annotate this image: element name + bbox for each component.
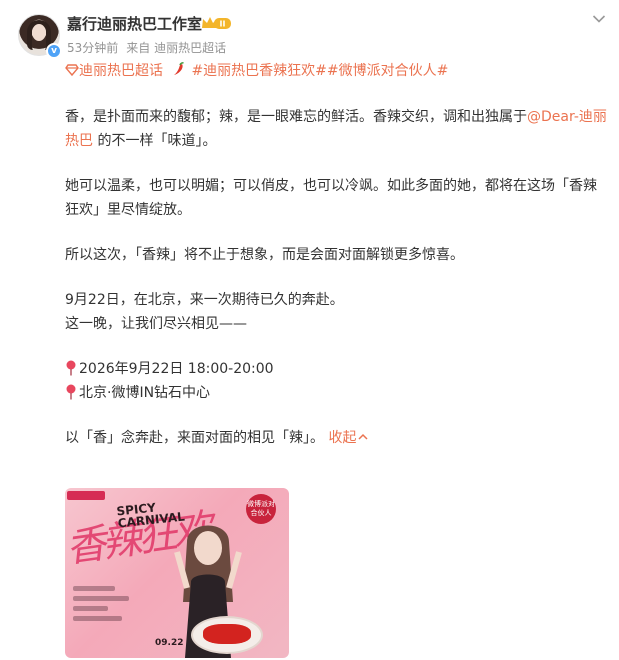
p4-line-1: 9月22日，在北京，来一次期待已久的奔赴。 [65, 292, 344, 308]
chevron-down-icon[interactable] [592, 14, 606, 24]
post-time[interactable]: 53分钟前 [67, 41, 118, 55]
avatar-face [32, 24, 46, 41]
super-topic-diamond-icon [65, 64, 79, 77]
p4-line-2: 这一晚，让我们尽兴相见—— [65, 316, 247, 332]
collapse-label: 收起 [328, 430, 357, 446]
pin-icon [66, 360, 76, 376]
paragraph-4: 9月22日，在北京，来一次期待已久的奔赴。 这一晚，让我们尽兴相见—— [65, 288, 610, 336]
super-topic-link[interactable]: 迪丽热巴超话 [65, 63, 167, 79]
p1-text: 香，是扑面而来的馥郁；辣，是一眼难忘的鲜活。香辣交织，调和出独属于 [65, 109, 527, 125]
p1-text-end: 的不一样「味道」。 [93, 133, 217, 149]
poster-tag [67, 491, 105, 500]
event-place-text: 北京·微博IN钻石中心 [79, 385, 211, 401]
tag-row: 迪丽热巴超话 #迪丽热巴香辣狂欢##微博派对合伙人# [65, 61, 610, 81]
crown-level-icon[interactable]: II [200, 15, 232, 31]
paragraph-6: 以「香」念奔赴，来面对面的相见「辣」。 收起 [65, 426, 610, 450]
verified-badge-icon: v [46, 43, 62, 59]
p2-line-1: 她可以温柔，也可以明媚；可以俏皮，也可以冷飒。如此多面的她，都将在这场「香辣 [65, 178, 597, 194]
mention-link-cont[interactable]: 热巴 [65, 133, 93, 149]
poster-info-block [73, 586, 143, 650]
poster-peppers [203, 624, 251, 644]
p6-text: 以「香」念奔赴，来面对面的相见「辣」。 [65, 430, 324, 446]
paragraph-1: 香，是扑面而来的馥郁；辣，是一眼难忘的鲜活。香辣交织，调和出独属于@Dear-迪… [65, 105, 610, 153]
super-topic-label: 迪丽热巴超话 [79, 63, 163, 79]
poster-image[interactable]: 香辣狂欢 SPICY CARNIVAL 微博派对合伙人 09.22 [65, 488, 289, 658]
author-name[interactable]: 嘉行迪丽热巴工作室 [67, 13, 202, 34]
level-badge-text: II [220, 20, 226, 29]
post-meta: 53分钟前 来自 迪丽热巴超话 [67, 39, 226, 56]
post-header: v 嘉行迪丽热巴工作室 II 53分钟前 来自 迪丽热巴超话 [12, 10, 607, 60]
hashtags[interactable]: #迪丽热巴香辣狂欢##微博派对合伙人# [191, 63, 448, 79]
paragraph-2: 她可以温柔，也可以明媚；可以俏皮，也可以冷飒。如此多面的她，都将在这场「香辣 狂… [65, 174, 610, 222]
event-date: 2026年9月22日 18:00-20:00 [65, 357, 610, 381]
poster-logo: 微博派对合伙人 [246, 494, 276, 524]
paragraph-3: 所以这次，「香辣」将不止于想象，而是会面对面解锁更多惊喜。 [65, 243, 610, 267]
event-place: 北京·微博IN钻石中心 [65, 381, 610, 405]
p3-line: 所以这次，「香辣」将不止于想象，而是会面对面解锁更多惊喜。 [65, 247, 464, 263]
post-source[interactable]: 来自 迪丽热巴超话 [126, 41, 226, 55]
event-date-text: 2026年9月22日 18:00-20:00 [79, 361, 274, 377]
chevron-up-icon [358, 433, 368, 440]
collapse-button[interactable]: 收起 [328, 430, 368, 446]
post-body: 迪丽热巴超话 #迪丽热巴香辣狂欢##微博派对合伙人# 香，是扑面而来的馥郁；辣，… [65, 61, 610, 450]
poster-date: 09.22 [155, 638, 184, 648]
paragraph-5: 2026年9月22日 18:00-20:00 北京·微博IN钻石中心 [65, 357, 610, 405]
chili-icon [174, 62, 185, 75]
p2-line-2: 狂欢」里尽情绽放。 [65, 202, 191, 218]
pin-icon [66, 384, 76, 400]
mention-link[interactable]: @Dear-迪丽 [527, 109, 607, 125]
